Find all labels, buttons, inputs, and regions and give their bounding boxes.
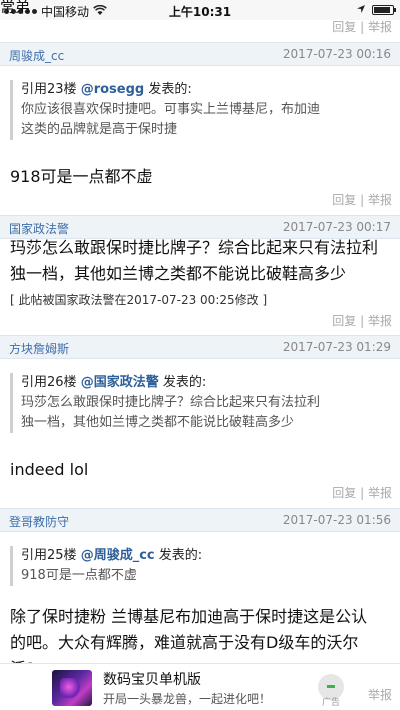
post-body-line: 独一档，其他如兰博之类都不能说比破鞋高多少 [10, 264, 347, 283]
quote-suffix: 发表的: [162, 375, 207, 390]
quote-line: 918可是一点都不虚 [21, 568, 137, 583]
report-link[interactable]: 举报 [368, 486, 392, 500]
quote-user-link[interactable]: @国家政法警 [81, 375, 159, 390]
post-author[interactable]: 登哥教防守 [9, 513, 69, 530]
quote-line: 你应该很喜欢保时捷吧。可事实上兰博基尼，布加迪 [21, 102, 321, 117]
report-link[interactable]: 举报 [368, 688, 392, 702]
quote-block: 引用23楼 @rosegg 发表的: 你应该很喜欢保时捷吧。可事实上兰博基尼，布… [10, 80, 390, 140]
quote-header: 引用25楼 @周骏成_cc 发表的: [21, 546, 390, 566]
post-body: indeed lol [10, 457, 390, 483]
battery-icon [372, 5, 396, 15]
ad-label: 广告 [321, 698, 340, 708]
report-link[interactable]: 举报 [368, 193, 392, 207]
post-header: 周骏成_cc 2017-07-23 00:16 [0, 42, 400, 66]
post-body: 玛莎怎么敢跟保时捷比牌子？综合比起来只有法拉利 独一档，其他如兰博之类都不能说比… [10, 235, 390, 287]
post-actions-2: 回复 | 举报 [332, 312, 392, 329]
post-body-line: 的吧。大众有辉腾，难道就高于没有D级车的沃尔 [10, 633, 359, 652]
quote-line: 玛莎怎么敢跟保时捷比牌子？综合比起来只有法拉利 [21, 395, 321, 410]
action-separator: | [360, 314, 365, 328]
reply-link[interactable]: 回复 [332, 20, 356, 34]
location-icon [356, 3, 366, 17]
quote-user-link[interactable]: @rosegg [81, 82, 145, 97]
ad-thumbnail [52, 670, 92, 706]
post-body-line: 玛莎怎么敢跟保时捷比牌子？综合比起来只有法拉利 [10, 238, 379, 257]
post-actions-0: 回复 | 举报 [332, 18, 392, 35]
post-timestamp: 2017-07-23 00:17 [282, 220, 391, 234]
post-actions-3: 回复 | 举报 [332, 484, 392, 501]
quote-header: 引用26楼 @国家政法警 发表的: [21, 373, 390, 393]
action-separator: | [360, 20, 365, 34]
post-timestamp: 2017-07-23 01:56 [282, 513, 391, 527]
ad-description: 开局一头暴龙兽，一起进化吧！ [103, 692, 272, 706]
ad-title: 数码宝贝单机版 [103, 672, 201, 688]
quote-block: 引用25楼 @周骏成_cc 发表的: 918可是一点都不虚 [10, 546, 390, 586]
quote-suffix: 发表的: [148, 82, 192, 97]
action-separator: | [360, 193, 365, 207]
report-link[interactable]: 举报 [368, 314, 392, 328]
post-timestamp: 2017-07-23 00:16 [282, 47, 391, 61]
quote-prefix: 引用26楼 [21, 375, 77, 390]
report-link[interactable]: 举报 [368, 20, 392, 34]
action-separator: | [360, 486, 365, 500]
post-actions-1: 回复 | 举报 [332, 191, 392, 208]
post-header: 方块詹姆斯 2017-07-23 01:29 [0, 335, 400, 359]
post-body: 918可是一点都不虚 [10, 164, 390, 190]
post-header: 登哥教防守 2017-07-23 01:56 [0, 508, 400, 532]
post-author[interactable]: 方块詹姆斯 [9, 340, 69, 357]
post-actions-4: 举报 [368, 686, 392, 703]
status-right [356, 3, 396, 17]
post-body-line: 除了保时捷粉 兰博基尼布加迪高于保时捷这是公认 [10, 607, 368, 626]
quote-header: 引用23楼 @rosegg 发表的: [21, 80, 390, 100]
quote-prefix: 引用25楼 [21, 548, 77, 563]
edit-note: [ 此帖被国家政法警在2017-07-23 00:25修改 ] [10, 293, 268, 307]
quote-line: 这类的品牌就是高于保时捷 [21, 122, 178, 137]
quote-suffix: 发表的: [158, 548, 203, 563]
post-timestamp: 2017-07-23 01:29 [282, 340, 391, 354]
reply-link[interactable]: 回复 [332, 486, 356, 500]
reply-link[interactable]: 回复 [332, 314, 356, 328]
quote-prefix: 引用23楼 [21, 82, 77, 97]
post-body-line: 918可是一点都不虚 [10, 167, 153, 186]
ad-banner[interactable]: 数码宝贝单机版 开局一头暴龙兽，一起进化吧！ 广告 举报 [0, 663, 400, 710]
status-bar: 中国移动 常弟 上午10:31 [0, 0, 400, 20]
post-author[interactable]: 周骏成_cc [9, 47, 64, 64]
quote-block: 引用26楼 @国家政法警 发表的: 玛莎怎么敢跟保时捷比牌子？综合比起来只有法拉… [10, 373, 390, 433]
quote-user-link[interactable]: @周骏成_cc [81, 548, 155, 563]
reply-link[interactable]: 回复 [332, 193, 356, 207]
post-body-line: indeed lol [10, 460, 89, 479]
quote-line: 独一档，其他如兰博之类都不能说比破鞋高多少 [21, 415, 295, 430]
